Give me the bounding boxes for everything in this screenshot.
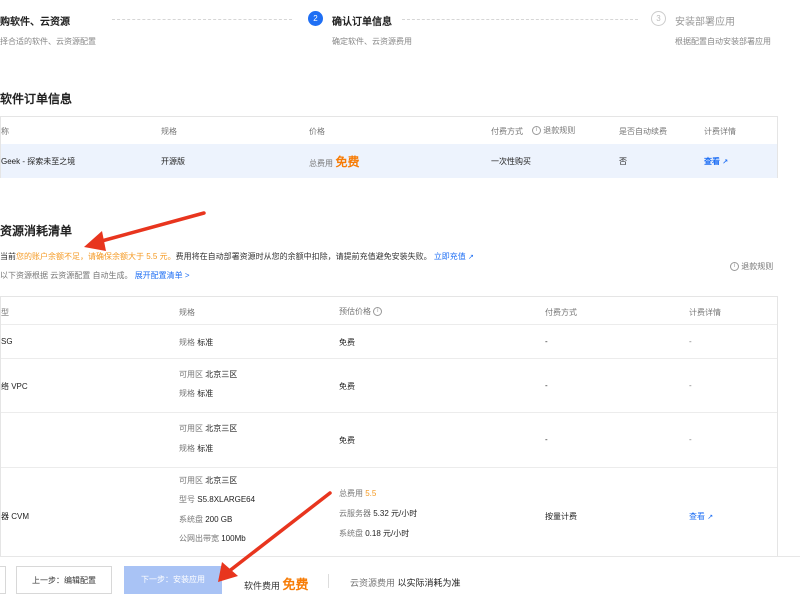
arrow-to-next-button (218, 491, 332, 582)
annotation-arrows (84, 211, 332, 582)
arrow-to-balance-notice (84, 211, 206, 251)
